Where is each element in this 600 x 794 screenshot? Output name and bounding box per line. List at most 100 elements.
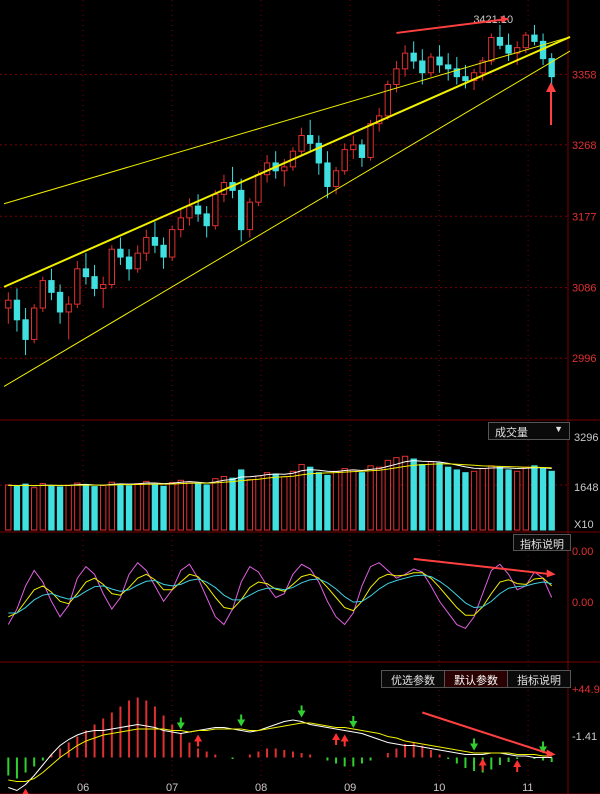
volume-bar <box>22 483 29 531</box>
oscillator-line <box>7 561 553 630</box>
volume-bar <box>212 478 219 531</box>
volume-bar <box>332 470 340 531</box>
candle-body <box>82 268 90 278</box>
volume-bar <box>82 484 90 531</box>
macd-axis-top: +44.9 <box>572 684 600 696</box>
volume-bar <box>177 479 184 531</box>
candle-body <box>151 236 159 246</box>
volume-bar <box>401 455 409 531</box>
candle-body <box>56 291 64 313</box>
kdj-indicator-help-button[interactable]: 指标说明 <box>513 534 571 551</box>
candle-body <box>324 162 331 187</box>
month-label: 09 <box>344 782 356 794</box>
volume-bar <box>496 466 504 531</box>
tab-default-params[interactable]: 默认参数 <box>444 670 508 688</box>
candle-body <box>39 280 46 309</box>
macd-line <box>8 719 552 792</box>
price-tick-label: 3358 <box>572 69 596 81</box>
volume-bar <box>39 483 46 531</box>
sell-signal-arrow <box>176 717 185 730</box>
volume-bar <box>56 486 64 531</box>
candle-body <box>31 307 38 340</box>
volume-bar <box>229 477 236 531</box>
macd-axis-mid: -1.41 <box>572 731 597 743</box>
candle-body <box>298 134 305 152</box>
price-tick-label: 3086 <box>572 283 596 295</box>
candle-body <box>462 76 469 82</box>
volume-label: 成交量 <box>495 427 528 439</box>
volume-bar <box>462 472 469 531</box>
volume-bar <box>479 468 486 531</box>
candle-body <box>350 144 357 151</box>
kdj-panel[interactable] <box>7 557 556 630</box>
volume-bar <box>255 475 262 531</box>
volume-bar <box>341 468 348 531</box>
volume-bar <box>65 484 72 531</box>
candle-body <box>194 205 202 215</box>
volume-bar <box>220 475 228 531</box>
candle-body <box>143 236 150 254</box>
candle-body <box>74 268 81 305</box>
volume-bar <box>186 481 193 531</box>
volume-axis-unit: X10 <box>574 519 594 531</box>
price-tick-label: 3177 <box>572 211 596 223</box>
candle-body <box>505 44 512 54</box>
candle-body <box>125 256 133 270</box>
volume-bar <box>125 485 133 531</box>
tab-indicator-help[interactable]: 指标说明 <box>507 670 571 688</box>
candle-body <box>427 56 435 74</box>
volume-indicator-dropdown[interactable]: 成交量 ▼ <box>488 422 570 440</box>
volume-bar <box>134 483 141 531</box>
volume-bar <box>445 466 452 531</box>
tab-optimal-params[interactable]: 优选参数 <box>381 670 445 688</box>
volume-bar <box>263 472 271 531</box>
volume-bar <box>470 470 478 531</box>
sell-signal-arrow <box>470 738 479 751</box>
divergence-arrow-line <box>396 17 509 34</box>
volume-bar <box>531 465 538 531</box>
candle-body <box>531 34 538 42</box>
volume-bar <box>272 473 279 531</box>
volume-bar <box>324 474 331 531</box>
trendline <box>3 36 571 205</box>
volume-ma-line <box>8 463 552 486</box>
chevron-down-icon: ▼ <box>554 424 563 434</box>
up-arrow-head <box>546 82 556 92</box>
candle-body <box>22 319 29 340</box>
kdj-divergence-arrow <box>546 569 556 578</box>
candle-body <box>332 170 340 187</box>
volume-bar <box>367 465 374 531</box>
buy-signal-arrow <box>513 760 522 772</box>
candle-body <box>255 174 262 203</box>
volume-bar <box>436 462 443 531</box>
sell-signal-arrow <box>349 716 358 728</box>
macd-panel[interactable] <box>7 697 556 794</box>
candle-body <box>246 201 253 231</box>
buy-signal-arrow <box>478 758 487 771</box>
buy-signal-arrow <box>194 734 203 747</box>
trendline <box>3 50 571 387</box>
candle-body <box>410 52 417 62</box>
volume-bar <box>31 487 38 531</box>
volume-bar <box>117 483 124 531</box>
month-label: 08 <box>255 782 267 794</box>
candle-body <box>393 68 400 86</box>
kdj-divergence-line <box>413 557 552 576</box>
candle-body <box>169 229 176 258</box>
volume-axis-top: 3296 <box>574 432 598 444</box>
candle-body <box>367 123 374 158</box>
volume-ma-line <box>8 460 552 487</box>
candle-body <box>5 299 12 309</box>
volume-bar <box>91 486 98 531</box>
price-tick-label: 3268 <box>572 140 596 152</box>
volume-bar <box>246 478 253 531</box>
candle-body <box>91 276 98 289</box>
candle-body <box>108 248 115 286</box>
volume-panel[interactable] <box>0 455 568 531</box>
volume-bar <box>419 463 426 531</box>
volume-bar <box>522 466 529 531</box>
volume-bar <box>13 485 21 531</box>
buy-signal-arrow <box>22 788 29 794</box>
month-label: 06 <box>77 782 89 794</box>
volume-bar <box>376 466 383 531</box>
